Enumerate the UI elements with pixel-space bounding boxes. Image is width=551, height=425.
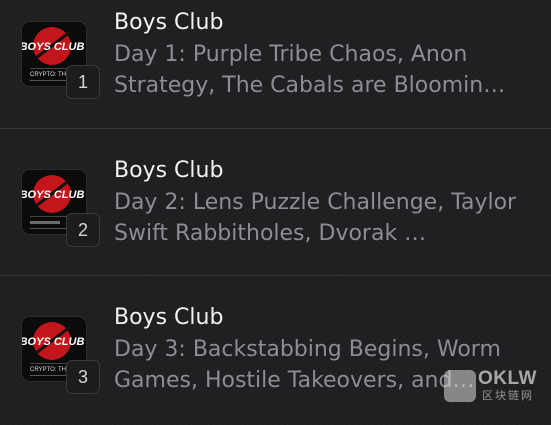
row-divider [0,275,551,276]
episode-title[interactable]: Day 1: Purple Tribe Chaos, Anon Strategy… [114,39,534,101]
site-watermark: OKLW 区块链网 [444,368,551,406]
episode-artwork[interactable]: BOYS CLUB 2 [21,169,101,249]
episode-index-badge: 1 [66,65,100,99]
row-divider [0,128,551,129]
watermark-logo-icon [444,370,476,402]
show-title: Boys Club [114,158,224,183]
episode-index-badge: 3 [66,360,100,394]
thumb-logo-text: BOYS CLUB [22,41,84,53]
thumb-logo-text: BOYS CLUB [22,189,84,201]
episode-row[interactable]: BOYS CLUB 2 Boys Club Day 2: Lens Puzzle… [0,148,551,278]
episode-row[interactable]: BOYS CLUB CRYPTO: THE G 1 Boys Club Day … [0,0,551,130]
episode-artwork[interactable]: BOYS CLUB CRYPTO: THE G 1 [21,21,101,101]
show-title: Boys Club [114,10,224,35]
watermark-subtext: 区块链网 [482,390,534,402]
watermark-text: OKLW [478,368,537,389]
show-title: Boys Club [114,305,224,330]
episode-list: BOYS CLUB CRYPTO: THE G 1 Boys Club Day … [0,0,551,406]
episode-artwork[interactable]: BOYS CLUB CRYPTO: THE G 3 [21,316,101,396]
episode-title[interactable]: Day 2: Lens Puzzle Challenge, Taylor Swi… [114,187,534,249]
episode-index-badge: 2 [66,213,100,247]
thumb-logo-text: BOYS CLUB [22,336,84,348]
